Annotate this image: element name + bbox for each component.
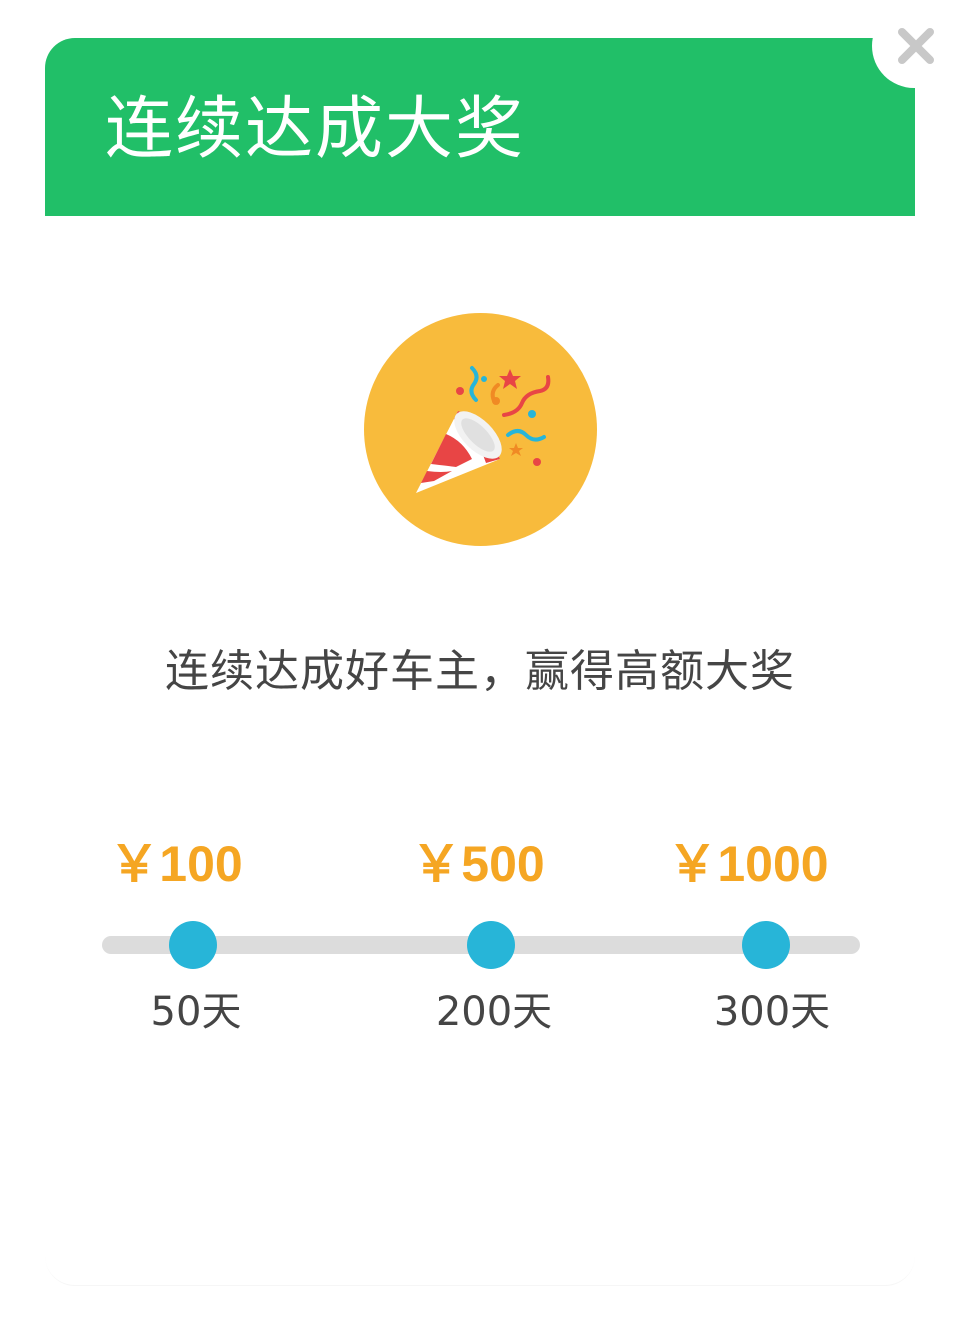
dialog-title: 连续达成大奖 (105, 90, 526, 169)
milestone-dot (169, 921, 217, 969)
dialog-header: 连续达成大奖 (45, 38, 915, 216)
close-button[interactable] (872, 4, 960, 88)
reward-amount: ￥1000 (667, 836, 829, 892)
close-icon (898, 28, 934, 64)
party-popper-icon (364, 313, 597, 546)
milestone-track: ￥100 ￥500 ￥1000 50天 200天 300天 (0, 820, 960, 1060)
milestone-dot (742, 921, 790, 969)
party-popper-badge (364, 313, 597, 546)
reward-amount: ￥100 (109, 836, 243, 892)
milestone-days: 50天 (150, 989, 242, 1035)
tagline: 连续达成好车主，赢得高额大奖 (165, 646, 795, 697)
dialog-bottom (45, 1240, 915, 1286)
milestone-days: 200天 (435, 989, 553, 1035)
reward-amount: ￥500 (411, 836, 545, 892)
milestone-days: 300天 (713, 989, 831, 1035)
milestone-dot (467, 921, 515, 969)
